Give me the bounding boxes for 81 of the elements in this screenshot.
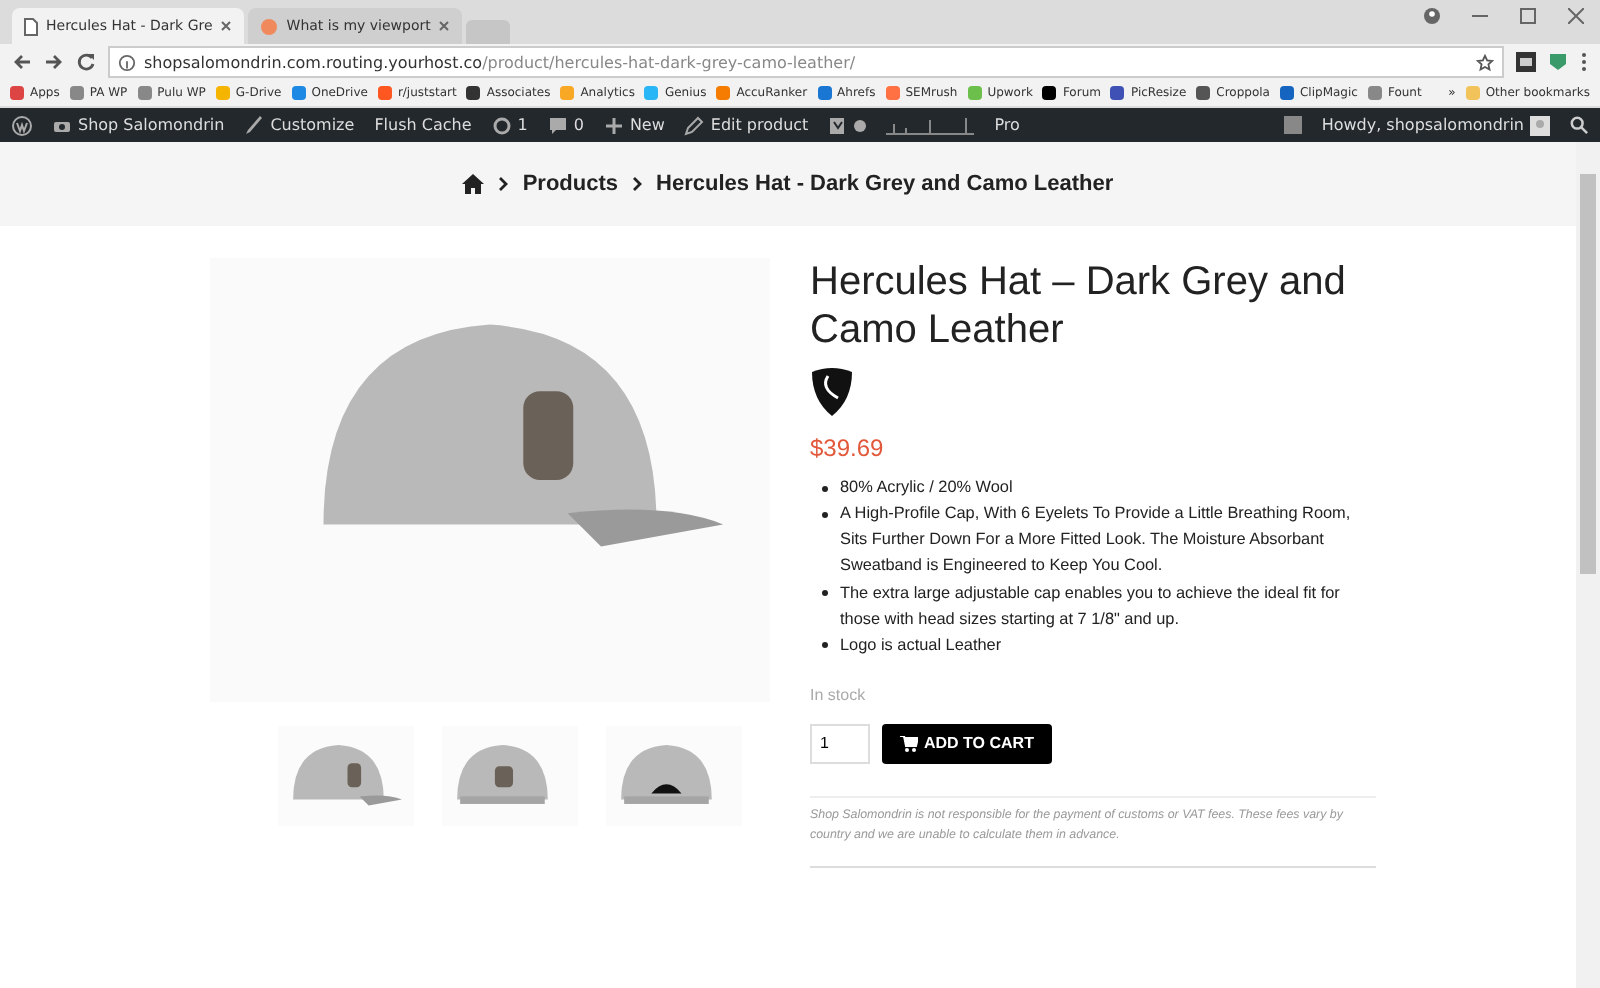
pencil-icon	[684, 115, 705, 135]
admin-bar-item[interactable]: Edit product	[684, 115, 809, 135]
toolbar-icon-button[interactable]	[828, 115, 867, 135]
favicon-icon	[69, 86, 84, 100]
favicon-icon	[1110, 86, 1125, 100]
favicon-icon	[377, 86, 392, 100]
feature-item: The extra large adjustable cap enables you to achieve the ideal fit for those with head sizes starting at 7 1/8" and up.	[840, 581, 1342, 632]
status-dot-icon	[854, 119, 867, 131]
stock-status: In stock	[810, 685, 868, 704]
close-icon[interactable]	[438, 20, 451, 32]
add-to-cart-button[interactable]: ADD TO CART	[882, 723, 1052, 764]
folder-icon	[1465, 86, 1480, 100]
favicon-icon	[260, 17, 279, 35]
info-icon	[118, 53, 136, 71]
favicon-icon	[560, 86, 575, 100]
minimize-icon[interactable]	[1472, 14, 1488, 18]
favicon-icon	[1196, 86, 1211, 100]
feature-item: Logo is actual Leather	[840, 633, 1002, 658]
maximize-icon[interactable]	[1520, 8, 1536, 24]
chevron-icon	[632, 176, 643, 192]
bullet-icon	[822, 642, 828, 649]
admin-bar-item[interactable]: Customize	[244, 115, 355, 135]
product-title: Hercules Hat – Dark Grey and Camo Leather	[810, 258, 1348, 354]
menu-icon[interactable]	[1580, 52, 1588, 72]
favicon-icon	[466, 86, 481, 100]
close-icon[interactable]	[1568, 8, 1584, 24]
favicon-icon	[291, 86, 306, 100]
admin-bar-item[interactable]: Shop Salomondrin	[52, 115, 225, 135]
forward-icon[interactable]	[44, 52, 64, 72]
favicon-icon	[1279, 86, 1294, 100]
profile-icon[interactable]	[1424, 8, 1440, 24]
scrollbar[interactable]	[1576, 142, 1600, 988]
url-text: shopsalomondrin.com.routing.yourhost.co/product/hercules-hat-dark-grey-camo-leather/	[144, 53, 856, 71]
favicon-icon	[644, 86, 659, 100]
address-bar[interactable]: shopsalomondrin.com.routing.yourhost.co/product/hercules-hat-dark-grey-camo-leather/	[108, 46, 1504, 78]
toolbar-icon-button[interactable]	[12, 115, 32, 135]
bullet-icon	[822, 511, 828, 518]
admin-bar-item[interactable]: 0	[547, 115, 584, 135]
product-price: $39.69	[810, 434, 886, 462]
feature-item: A High-Profile Cap, With 6 Eyelets To Provide a Little Breathing Room, Sits Further Down For a More Fitted Look. The Moisture Absorbant Sweatband is Engineered to Keep You Cool.	[840, 502, 1353, 579]
home-icon[interactable]	[462, 174, 485, 194]
favicon-icon	[215, 86, 230, 100]
favicon-icon	[10, 86, 24, 100]
page-icon	[24, 17, 38, 35]
wordpress-logo-icon	[12, 115, 32, 135]
comment-icon	[547, 115, 568, 135]
sparkline-drawing	[886, 115, 975, 135]
plus-icon	[603, 115, 624, 135]
favicon-icon	[1367, 86, 1382, 100]
cart-icon	[900, 735, 918, 752]
plugin-icon	[828, 115, 849, 135]
brush-icon	[244, 115, 265, 135]
favicon-icon	[817, 86, 832, 100]
cap-thumbnail[interactable]	[278, 726, 414, 826]
avatar-icon	[1530, 115, 1550, 135]
reload-icon[interactable]	[76, 52, 96, 72]
close-icon[interactable]	[220, 20, 233, 32]
breadcrumb-link[interactable]: Products	[522, 172, 619, 196]
account-menu[interactable]: Howdy, shopsalomondrin	[1321, 115, 1550, 135]
admin-bar-item[interactable]: Pro	[994, 116, 1020, 134]
bullet-icon	[822, 590, 828, 596]
search-icon[interactable]	[1570, 116, 1588, 134]
favicon-icon	[967, 86, 982, 100]
admin-bar-item[interactable]: Flush Cache	[374, 116, 472, 134]
admin-bar-item[interactable]: New	[603, 115, 665, 135]
favicon-icon	[885, 86, 900, 100]
notification-icon[interactable]	[1283, 116, 1302, 134]
favicon-icon	[137, 86, 152, 100]
favicon-icon	[716, 86, 731, 100]
back-icon[interactable]	[12, 52, 32, 72]
cap-thumbnail[interactable]	[442, 726, 578, 826]
shield-logo-icon	[810, 366, 854, 418]
favicon-icon	[1042, 86, 1057, 100]
admin-bar-item[interactable]: 1	[491, 115, 528, 135]
cap-thumbnail[interactable]	[606, 726, 742, 826]
bullet-icon	[822, 485, 828, 491]
star-icon[interactable]	[1476, 53, 1494, 71]
refresh-icon	[491, 115, 512, 135]
feature-item: 80% Acrylic / 20% Wool	[840, 476, 1013, 500]
quantity-field[interactable]: 1	[810, 723, 870, 764]
chevron-icon	[498, 176, 509, 192]
